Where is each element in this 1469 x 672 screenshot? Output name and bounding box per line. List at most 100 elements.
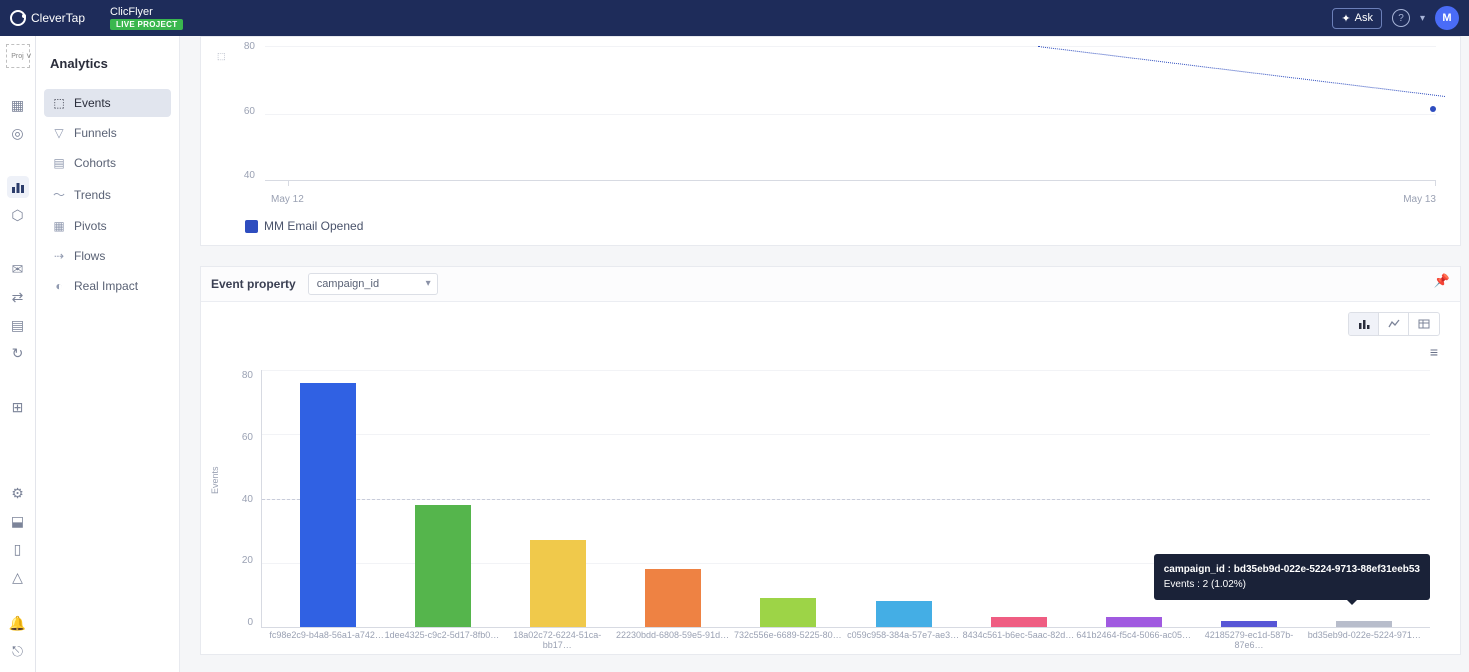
bar[interactable] [270, 370, 385, 627]
gear-icon[interactable]: ⚙ [7, 482, 29, 504]
y-tick: 80 [242, 370, 253, 381]
clipboard-icon[interactable]: ▤ [7, 314, 29, 336]
ask-label: Ask [1355, 12, 1373, 24]
x-axis: May 12 May 13 [265, 194, 1436, 205]
dashboard-icon[interactable]: ▦ [7, 94, 29, 116]
tooltip-line1: campaign_id : bd35eb9d-022e-5224-9713-88… [1164, 562, 1420, 577]
y-tick: 60 [244, 106, 255, 117]
chart-menu-button[interactable]: ≡ [201, 344, 1438, 360]
sidebar-item-label: Flows [74, 249, 105, 263]
bar-chart: Events 80 60 40 20 0 fc98e2c9-b4a8-56a1- [201, 364, 1460, 654]
sidebar-item-flows[interactable]: ⇢ Flows [44, 242, 171, 270]
project-switcher[interactable]: Proj ˅ [6, 44, 30, 68]
bar[interactable] [616, 370, 731, 627]
sidebar-item-funnels[interactable]: ▽ Funnels [44, 119, 171, 147]
top-header: CleverTap ClicFlyer LIVE PROJECT ✦ Ask ?… [0, 0, 1469, 36]
bar-x-label: 42185279-ec1d-587b-87e6… [1191, 630, 1306, 650]
event-property-panel: Event property campaign_id 📌 [200, 266, 1461, 655]
bar-x-label: 8434c561-b6ec-5aac-82d… [961, 630, 1076, 650]
bar-x-label: 18a02c72-6224-51ca-bb17… [500, 630, 615, 650]
logo-icon [10, 10, 26, 26]
bar[interactable] [500, 370, 615, 627]
refresh-icon[interactable]: ↻ [7, 342, 29, 364]
sidebar-item-label: Cohorts [74, 156, 116, 170]
line-chart-panel: ⬚ 80 60 40 May 12 May 13 [200, 36, 1461, 246]
help-button[interactable]: ? [1392, 9, 1410, 27]
sidebar-item-label: Events [74, 96, 111, 110]
line-series [1038, 46, 1445, 97]
sidebar-item-cohorts[interactable]: ▤ Cohorts [44, 149, 171, 177]
sidebar-item-events[interactable]: ⬚ Events [44, 89, 171, 117]
bar-x-label: 641b2464-f5c4-5066-ac05… [1076, 630, 1191, 650]
bar-y-axis: 80 60 40 20 0 [231, 370, 253, 628]
bar-x-label: bd35eb9d-022e-5224-971… [1307, 630, 1422, 650]
bell-icon[interactable]: 🔔 [7, 612, 29, 634]
sidebar-item-trends[interactable]: 〜 Trends [44, 179, 171, 210]
bar-x-label: 22230bdd-6808-59e5-91d… [615, 630, 730, 650]
content-area: ⬚ 80 60 40 May 12 May 13 [180, 36, 1469, 672]
bar[interactable] [961, 370, 1076, 627]
events-icon: ⬚ [52, 96, 66, 110]
sidebar-item-pivots[interactable]: ▦ Pivots [44, 212, 171, 240]
y-tick: 20 [242, 555, 253, 566]
funnel-icon: ▽ [52, 126, 66, 140]
tooltip-line2: Events : 2 (1.02%) [1164, 577, 1420, 592]
device-icon[interactable]: ▯ [7, 538, 29, 560]
target-icon[interactable]: ◎ [7, 122, 29, 144]
campaigns-icon[interactable]: ✉ [7, 258, 29, 280]
bar-x-label: 732c556e-6689-5225-80… [730, 630, 845, 650]
y-tick: 60 [242, 432, 253, 443]
cohorts-icon: ▤ [52, 156, 66, 170]
pin-button[interactable]: 📌 [1434, 273, 1450, 289]
event-property-select[interactable]: campaign_id [308, 273, 438, 295]
line-chart: ⬚ 80 60 40 May 12 May 13 [215, 41, 1446, 211]
sidebar-title: Analytics [44, 46, 171, 89]
bar[interactable] [731, 370, 846, 627]
sidebar-item-label: Funnels [74, 126, 117, 140]
warning-icon[interactable]: △ [7, 566, 29, 588]
plugin-icon[interactable]: ⬓ [7, 510, 29, 532]
real-impact-icon: ◐ [52, 279, 66, 293]
view-type-toggle [201, 302, 1460, 336]
line-plot-area [265, 46, 1436, 181]
y-axis: 80 60 40 [225, 41, 255, 181]
y-tick: 0 [247, 617, 253, 628]
event-property-label: Event property [211, 277, 296, 291]
x-tick: May 12 [271, 194, 304, 205]
event-property-header: Event property campaign_id 📌 [201, 267, 1460, 302]
live-badge: LIVE PROJECT [110, 19, 183, 30]
line-view-button[interactable] [1379, 313, 1409, 335]
legend[interactable]: MM Email Opened [215, 211, 1446, 235]
project-selector[interactable]: ClicFlyer LIVE PROJECT [110, 6, 183, 30]
bar-x-label: c059c958-384a-57e7-ae3… [845, 630, 960, 650]
y-axis-label: Events [210, 466, 220, 494]
sidebar-item-label: Real Impact [74, 279, 138, 293]
logo[interactable]: CleverTap [10, 10, 85, 26]
avatar[interactable]: M [1435, 6, 1459, 30]
y-tick: 80 [244, 41, 255, 52]
sidebar-item-real-impact[interactable]: ◐ Real Impact [44, 272, 171, 300]
x-tick: May 13 [1403, 194, 1436, 205]
bar[interactable] [846, 370, 961, 627]
bar[interactable] [385, 370, 500, 627]
bar-view-button[interactable] [1349, 313, 1379, 335]
project-name: ClicFlyer [110, 6, 183, 18]
chevron-down-icon[interactable]: ▾ [1420, 13, 1425, 24]
analytics-icon[interactable] [7, 176, 29, 198]
sidebar-item-label: Trends [74, 188, 111, 202]
bar-x-label: fc98e2c9-b4a8-56a1-a742… [269, 630, 384, 650]
icon-rail: Proj ˅ ▦ ◎ ⬡ ✉ ⇄ ▤ ↻ ⊞ ⚙ ⬓ ▯ △ 🔔 ⎋ [0, 36, 36, 672]
chevron-down-icon: ˅ [26, 51, 31, 61]
table-view-button[interactable] [1409, 313, 1439, 335]
data-point[interactable] [1430, 106, 1436, 112]
y-tick: 40 [244, 170, 255, 181]
ask-button[interactable]: ✦ Ask [1332, 8, 1382, 29]
flows-icon: ⇢ [52, 249, 66, 263]
org-icon[interactable]: ⎋ [7, 640, 29, 662]
bar-x-axis: fc98e2c9-b4a8-56a1-a742…1dee4325-c9c2-5d… [261, 630, 1430, 650]
logo-text: CleverTap [31, 11, 85, 25]
journeys-icon[interactable]: ⇄ [7, 286, 29, 308]
trends-icon: 〜 [52, 186, 66, 203]
catalog-icon[interactable]: ⊞ [7, 396, 29, 418]
segments-icon[interactable]: ⬡ [7, 204, 29, 226]
